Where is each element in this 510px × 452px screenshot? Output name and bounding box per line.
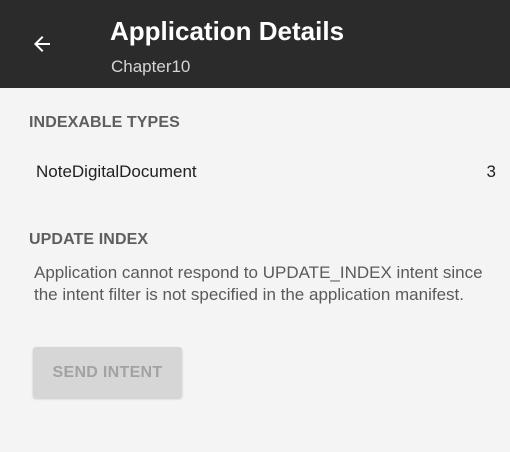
indexable-type-count: 3 [486, 162, 496, 181]
app-bar: Application Details Chapter10 [0, 0, 510, 88]
indexable-types-header: INDEXABLE TYPES [29, 114, 180, 131]
update-index-message: Application cannot respond to UPDATE_IND… [34, 263, 483, 304]
update-index-header: UPDATE INDEX [29, 231, 149, 248]
page-title: Application Details [110, 16, 345, 46]
indexable-type-row[interactable]: NoteDigitalDocument 3 [0, 150, 510, 194]
send-intent-button[interactable]: SEND INTENT [33, 347, 182, 398]
page-subtitle: Chapter10 [111, 57, 191, 76]
arrow-left-icon [34, 36, 50, 52]
back-button[interactable] [22, 24, 62, 64]
indexable-type-label: NoteDigitalDocument [36, 162, 197, 181]
